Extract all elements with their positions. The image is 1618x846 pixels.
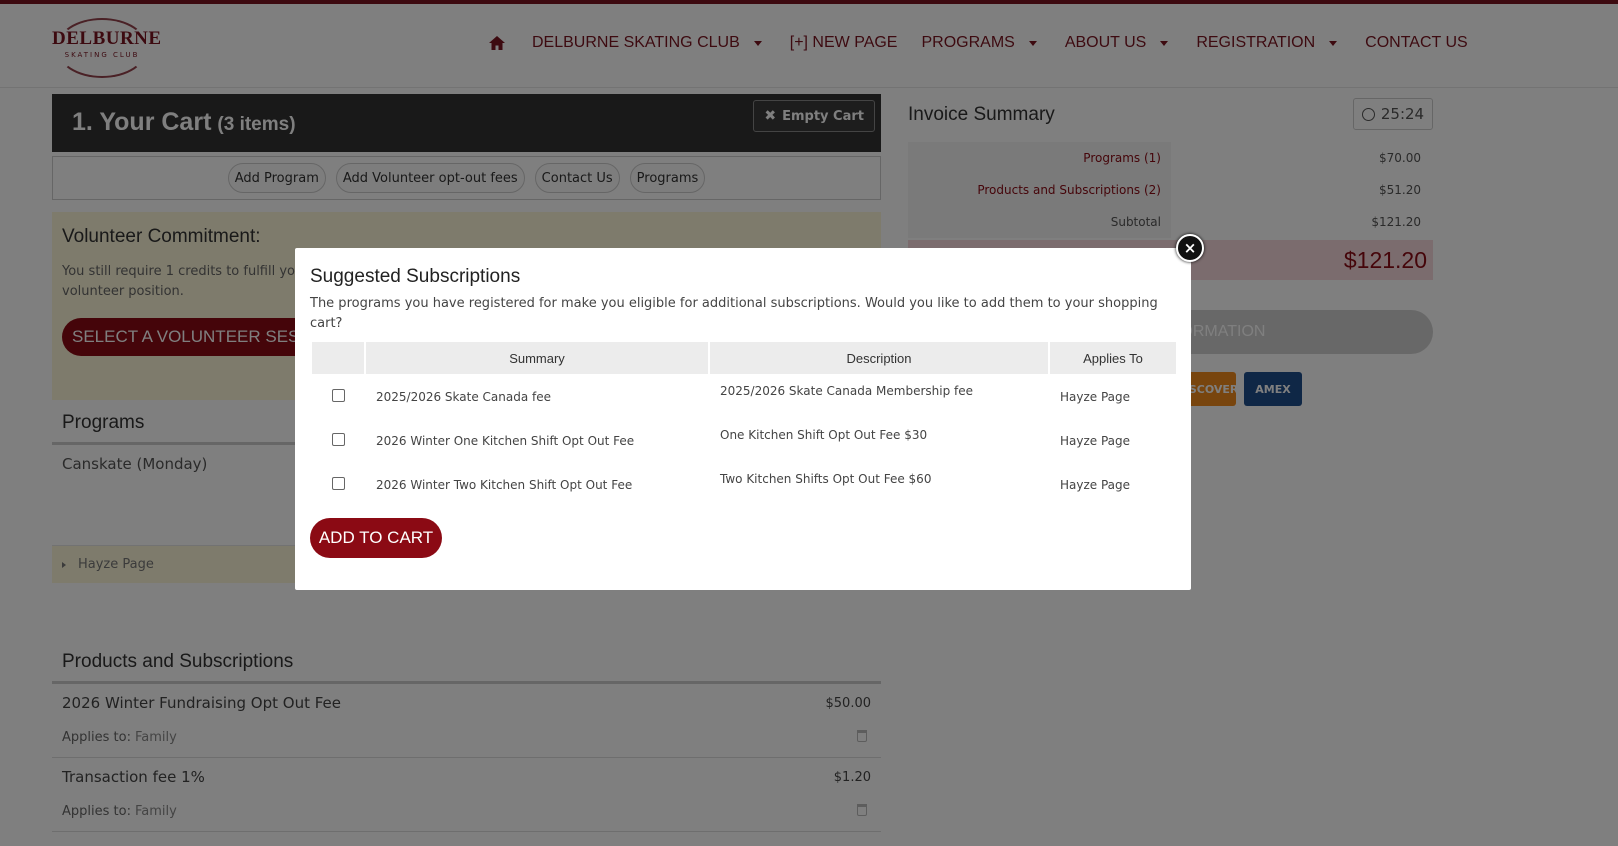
checkbox-cell (312, 464, 364, 506)
applies-cell: Hayze Page (1060, 434, 1131, 448)
checkbox-cell (312, 376, 364, 418)
description-cell: One Kitchen Shift Opt Out Fee $30 (720, 428, 928, 442)
applies-cell: Hayze Page (1060, 478, 1131, 492)
column-header: Description (710, 342, 1048, 374)
summary-cell: 2026 Winter Two Kitchen Shift Opt Out Fe… (376, 478, 633, 492)
column-header: Summary (366, 342, 708, 374)
modal-description: The programs you have registered for mak… (310, 296, 1158, 331)
subscription-checkbox[interactable] (331, 389, 345, 402)
suggested-subscriptions-modal: Suggested Subscriptions The programs you… (295, 248, 1191, 590)
modal-title: Suggested Subscriptions (310, 266, 521, 287)
table-header-row: Summary Description Applies To (312, 342, 1176, 374)
close-modal-icon[interactable]: × (1176, 234, 1204, 262)
table-row: 2026 Winter One Kitchen Shift Opt Out Fe… (312, 420, 1176, 462)
add-to-cart-button[interactable]: ADD TO CART (310, 518, 442, 558)
column-header (312, 342, 364, 374)
subscription-checkbox[interactable] (331, 477, 345, 490)
summary-cell: 2025/2026 Skate Canada fee (376, 390, 552, 404)
subscriptions-table: Summary Description Applies To 2025/2026… (310, 340, 1178, 508)
checkbox-cell (312, 420, 364, 462)
description-cell: 2025/2026 Skate Canada Membership fee (720, 384, 973, 398)
column-header: Applies To (1050, 342, 1176, 374)
table-row: 2026 Winter Two Kitchen Shift Opt Out Fe… (312, 464, 1176, 506)
description-cell: Two Kitchen Shifts Opt Out Fee $60 (720, 472, 932, 486)
applies-cell: Hayze Page (1060, 390, 1131, 404)
subscription-checkbox[interactable] (331, 433, 345, 446)
table-row: 2025/2026 Skate Canada fee 2025/2026 Ska… (312, 376, 1176, 418)
summary-cell: 2026 Winter One Kitchen Shift Opt Out Fe… (376, 434, 635, 448)
